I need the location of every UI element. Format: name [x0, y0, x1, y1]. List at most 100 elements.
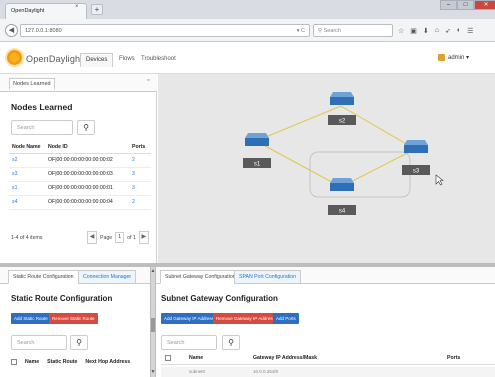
node-name-link[interactable]: s4: [9, 195, 45, 210]
column-header[interactable]: Name: [25, 359, 39, 365]
static-route-search-input[interactable]: Search: [11, 335, 67, 350]
subnet-gateway-search-input[interactable]: Search: [161, 335, 217, 350]
search-icon[interactable]: ⚲: [222, 335, 240, 350]
close-window-button[interactable]: ✕: [474, 0, 495, 10]
tab-troubleshoot[interactable]: Troubleshoot: [136, 53, 181, 67]
node-ports-link[interactable]: 2: [129, 195, 151, 210]
browser-tab-bar: OpenDaylight × + – □ ✕: [0, 0, 495, 19]
search-icon[interactable]: ⚲: [77, 120, 95, 135]
column-header[interactable]: Node ID: [45, 141, 129, 154]
column-header[interactable]: Ports: [129, 141, 151, 154]
nodes-tab-row: Nodes Learned ▫: [0, 74, 157, 92]
topology-view[interactable]: s2 s1 s3 s4: [158, 74, 495, 263]
next-page-button[interactable]: ▶: [138, 231, 149, 244]
page-input[interactable]: 1: [115, 232, 125, 243]
nodes-learned-title: Nodes Learned: [11, 102, 73, 112]
app-logo-text: OpenDaylight: [26, 54, 83, 64]
page-of: of 1: [127, 234, 136, 241]
column-header[interactable]: Gateway IP Address/Mask: [253, 355, 317, 361]
user-icon: [438, 54, 445, 61]
reload-icon[interactable]: ▾ C: [297, 28, 305, 34]
node-id: OF|00:00:00:00:00:00:00:03: [45, 167, 129, 182]
node-ports-link[interactable]: 3: [129, 181, 151, 196]
tab-devices[interactable]: Devices: [80, 53, 114, 67]
switch-icon-body: [330, 183, 354, 191]
downloads-icon[interactable]: ⬇: [423, 27, 429, 35]
table-row: s4 OF|00:00:00:00:00:00:00:04 2: [9, 195, 151, 210]
switch-s4[interactable]: s4: [328, 178, 356, 215]
switch-icon: [330, 178, 354, 183]
switch-label: s2: [339, 119, 346, 125]
switch-s3[interactable]: s3: [402, 140, 430, 175]
url-bar[interactable]: 127.0.0.1:8080 ▾ C: [20, 24, 310, 37]
browser-tab-title: OpenDaylight: [11, 8, 45, 14]
switch-icon-body: [330, 97, 354, 105]
static-route-title: Static Route Configuration: [11, 294, 113, 303]
column-header[interactable]: Name: [189, 355, 203, 361]
node-name-link[interactable]: s3: [9, 167, 45, 182]
tab-nodes-learned[interactable]: Nodes Learned: [9, 78, 55, 90]
menu-icon[interactable]: ☰: [467, 27, 473, 35]
back-button[interactable]: ◀: [5, 24, 18, 37]
column-header[interactable]: Static Route: [47, 359, 77, 365]
switch-icon-body: [404, 145, 428, 153]
user-menu[interactable]: admin ▾: [438, 54, 469, 61]
node-ports-link[interactable]: 2: [129, 153, 151, 168]
splitter-grip[interactable]: [151, 318, 155, 332]
switch-s2[interactable]: s2: [328, 92, 356, 125]
tab-subnet-gateway-configuration[interactable]: Subnet Gateway Configuration: [160, 270, 241, 284]
collapse-panel-icon[interactable]: ▫: [147, 77, 149, 84]
switch-s1[interactable]: s1: [243, 133, 271, 168]
extension-icon[interactable]: ◐: [457, 27, 461, 35]
add-ports-button[interactable]: Add Ports: [273, 313, 299, 324]
add-gateway-ip-button[interactable]: Add Gateway IP Address: [161, 313, 217, 324]
tab-connection-manager[interactable]: Connection Manager: [78, 270, 137, 284]
tab-span-port-configuration[interactable]: SPAN Port Configuration: [234, 270, 301, 284]
select-all-checkbox[interactable]: [165, 355, 171, 361]
table-row: s1 OF|00:00:00:00:00:00:00:01 3: [9, 181, 151, 196]
switch-label: s1: [254, 162, 261, 168]
switch-label: s3: [413, 169, 420, 175]
pager: ◀ Page 1 of 1 ▶: [87, 230, 149, 245]
topology-svg: s2 s1 s3 s4: [243, 92, 444, 215]
remove-static-route-button[interactable]: Remove Static Route: [49, 313, 98, 324]
remove-gateway-ip-button[interactable]: Remove Gateway IP Address: [213, 313, 278, 324]
subnet-gateway-table-header: Name Gateway IP Address/Mask Ports: [161, 351, 495, 365]
reader-icon[interactable]: ▣: [410, 27, 417, 35]
subnet-gateway-panel: Subnet Gateway Configuration SPAN Port C…: [156, 267, 495, 377]
new-tab-button[interactable]: +: [91, 4, 103, 15]
column-header[interactable]: Next Hop Address: [85, 359, 130, 365]
subnet-gateway-title: Subnet Gateway Configuration: [161, 294, 278, 303]
browser-search-input[interactable]: ⚲ Search: [313, 24, 393, 37]
minimize-button[interactable]: –: [440, 0, 457, 10]
table-row: s2 OF|00:00:00:00:00:00:00:02 2: [9, 153, 151, 168]
nodes-search-input[interactable]: Search: [11, 120, 73, 135]
switch-icon: [404, 140, 428, 145]
tab-close-icon[interactable]: ×: [75, 4, 79, 10]
window-controls: – □ ✕: [440, 0, 495, 10]
switch-icon: [245, 133, 269, 138]
static-route-tab-row: Static Route Configuration Connection Ma…: [0, 267, 150, 284]
prev-page-button[interactable]: ◀: [87, 231, 97, 244]
search-icon[interactable]: ⚲: [70, 335, 88, 350]
column-header[interactable]: Node Name: [9, 141, 45, 154]
node-id: OF|00:00:00:00:00:00:00:04: [45, 195, 129, 210]
page-label: Page: [100, 234, 113, 241]
maximize-button[interactable]: □: [457, 0, 474, 10]
table-row: s3 OF|00:00:00:00:00:00:00:03 3: [9, 167, 151, 182]
switch-icon-body: [245, 138, 269, 146]
add-static-route-button[interactable]: Add Static Route: [11, 313, 51, 324]
node-id: OF|00:00:00:00:00:00:00:02: [45, 153, 129, 168]
tab-static-route-configuration[interactable]: Static Route Configuration: [8, 270, 79, 284]
home-icon[interactable]: ⌂: [435, 27, 439, 35]
table-row[interactable]: subnet0 10.0.0.254/8: [161, 367, 495, 377]
nodes-table: Node Name Node ID Ports s2 OF|00:00:00:00…: [9, 141, 151, 210]
share-icon[interactable]: ➶: [445, 27, 451, 35]
bookmark-star-icon[interactable]: ☆: [398, 27, 404, 35]
node-name-link[interactable]: s2: [9, 153, 45, 168]
nodes-learned-panel: Nodes Learned ▫ Nodes Learned Search ⚲ N…: [0, 74, 157, 263]
select-all-checkbox[interactable]: [11, 359, 17, 365]
column-header[interactable]: Ports: [447, 355, 460, 361]
node-ports-link[interactable]: 3: [129, 167, 151, 182]
node-name-link[interactable]: s1: [9, 181, 45, 196]
